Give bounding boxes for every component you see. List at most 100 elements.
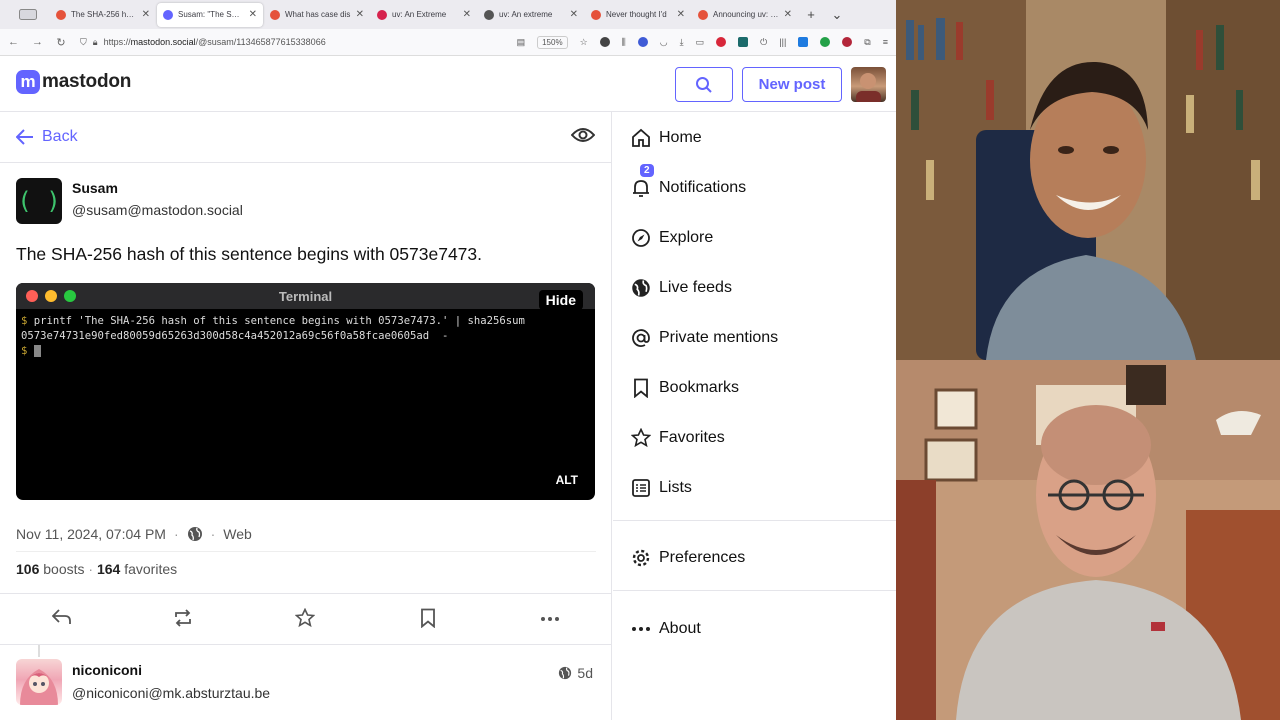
bookmark-star-icon[interactable]: ☆ bbox=[580, 37, 588, 48]
author-name[interactable]: Susam bbox=[72, 180, 243, 196]
favorite-star-icon[interactable] bbox=[295, 608, 315, 628]
power-icon[interactable]: ⏻ bbox=[760, 37, 767, 48]
nav-notifications-label: Notifications bbox=[659, 179, 747, 196]
nav-private-mentions[interactable]: Private mentions bbox=[631, 328, 778, 348]
zoom-level[interactable]: 150% bbox=[537, 35, 568, 49]
boosts-count[interactable]: 106 bbox=[16, 561, 39, 577]
search-button[interactable] bbox=[675, 67, 733, 102]
back-arrow-icon[interactable]: ← bbox=[8, 36, 19, 48]
browser-tab[interactable]: uv: An Extreme ✕ bbox=[371, 3, 477, 27]
tab-close-icon[interactable]: ✕ bbox=[356, 9, 364, 20]
post-actions bbox=[0, 593, 611, 645]
bookmark-icon[interactable] bbox=[419, 608, 437, 628]
globe-icon bbox=[187, 527, 202, 541]
extension-icon[interactable] bbox=[798, 37, 809, 47]
barcode-icon[interactable]: ||| bbox=[779, 37, 786, 47]
new-post-button[interactable]: New post bbox=[742, 67, 842, 102]
boosts-label[interactable]: boosts bbox=[43, 561, 84, 577]
tab-close-icon[interactable]: ✕ bbox=[463, 9, 471, 20]
extension-icon[interactable] bbox=[637, 37, 648, 47]
terminal-hash-output: 0573e74731e90fed80059d65263d300d58c4a452… bbox=[21, 330, 449, 342]
extension-icon[interactable] bbox=[716, 37, 727, 47]
reply-avatar[interactable] bbox=[16, 659, 62, 705]
downloads-icon[interactable]: ⤓ bbox=[680, 37, 684, 48]
tab-title: The SHA-256 hash bbox=[71, 10, 137, 19]
favorites-count[interactable]: 164 bbox=[97, 561, 120, 577]
tab-close-icon[interactable]: ✕ bbox=[142, 9, 150, 20]
nav-about-label: About bbox=[659, 620, 701, 637]
reload-icon[interactable]: ↻ bbox=[56, 36, 66, 49]
nav-preferences[interactable]: Preferences bbox=[631, 548, 745, 568]
extensions-puzzle-icon[interactable]: ⧉ bbox=[864, 37, 870, 48]
url-host: mastodon.social bbox=[130, 37, 196, 47]
reply-timestamp[interactable]: 5d bbox=[558, 665, 593, 681]
more-options-icon[interactable] bbox=[540, 616, 560, 622]
nav-preferences-label: Preferences bbox=[659, 549, 746, 566]
home-icon bbox=[632, 128, 650, 147]
extension-icon[interactable] bbox=[820, 37, 831, 47]
new-tab-icon[interactable]: + bbox=[798, 7, 824, 22]
user-avatar[interactable] bbox=[851, 67, 886, 102]
url-path: /@susam/113465877615338066 bbox=[195, 37, 326, 47]
nav-favorites[interactable]: Favorites bbox=[631, 428, 725, 448]
favorites-label[interactable]: favorites bbox=[124, 561, 177, 577]
browser-tab[interactable]: Never thought I'd ✕ bbox=[585, 3, 691, 27]
terminal-title: Terminal bbox=[278, 289, 333, 304]
hide-media-button[interactable]: Hide bbox=[538, 290, 583, 310]
back-button[interactable]: Back bbox=[16, 128, 78, 146]
extension-icon[interactable] bbox=[599, 37, 610, 47]
toolbar-icons: ▤ 150% ☆ ⫼ ◡ ⤓ ▭ ⏻ ||| ⧉ ≡ bbox=[517, 35, 888, 49]
post-date[interactable]: Nov 11, 2024, 07:04 PM bbox=[16, 526, 166, 542]
menu-icon[interactable]: ≡ bbox=[883, 37, 888, 47]
library-icon[interactable]: ⫼ bbox=[622, 37, 626, 48]
shield-icon: ⛉ bbox=[80, 36, 87, 47]
post-author[interactable]: ( ) Susam @susam@mastodon.social bbox=[16, 178, 243, 224]
nav-explore[interactable]: Explore bbox=[631, 228, 713, 248]
browser-tab[interactable]: Susam: "The SHA- ✕ bbox=[157, 2, 263, 27]
reply-post[interactable]: niconiconi @niconiconi@mk.absturztau.be … bbox=[0, 645, 611, 720]
reply-author-name[interactable]: niconiconi bbox=[72, 662, 142, 678]
alt-text-badge[interactable]: ALT bbox=[548, 470, 585, 490]
eye-icon[interactable] bbox=[570, 127, 596, 148]
nav-private-mentions-label: Private mentions bbox=[659, 329, 779, 346]
reader-view-icon[interactable]: ▤ bbox=[517, 37, 526, 48]
url-bar[interactable]: ⛉ 🔒︎ https://mastodon.social/@susam/1134… bbox=[80, 37, 440, 48]
mastodon-logo[interactable]: m mastodon bbox=[16, 70, 131, 94]
reply-icon[interactable] bbox=[52, 608, 72, 626]
terminal-image[interactable]: Terminal Hide $ printf 'The SHA-256 hash… bbox=[16, 283, 595, 500]
terminal-titlebar: Terminal Hide bbox=[16, 283, 595, 310]
author-avatar[interactable]: ( ) bbox=[16, 178, 62, 224]
tab-favicon-icon bbox=[377, 9, 387, 20]
bookmark-icon bbox=[634, 378, 648, 398]
extension-icon[interactable] bbox=[738, 37, 749, 47]
browser-tab[interactable]: Announcing uv: Py ✕ bbox=[692, 3, 798, 27]
author-handle[interactable]: @susam@mastodon.social bbox=[72, 202, 243, 218]
tab-close-icon[interactable]: ✕ bbox=[570, 9, 578, 20]
nav-lists[interactable]: Lists bbox=[631, 478, 692, 498]
mastodon-logo-icon: m bbox=[16, 70, 40, 94]
boost-icon[interactable] bbox=[173, 608, 193, 628]
nav-notifications[interactable]: Notifications bbox=[631, 178, 746, 198]
pocket-icon[interactable]: ◡ bbox=[660, 37, 668, 48]
forward-arrow-icon[interactable]: → bbox=[32, 36, 43, 48]
browser-tab[interactable]: What has case dis ✕ bbox=[264, 3, 370, 27]
extension-icon[interactable] bbox=[842, 37, 853, 47]
tab-favicon-icon bbox=[591, 9, 601, 20]
nav-bookmarks[interactable]: Bookmarks bbox=[631, 378, 739, 398]
tab-list-chevron-icon[interactable]: ⌄ bbox=[824, 7, 850, 23]
nav-about[interactable]: About bbox=[631, 619, 701, 639]
tab-favicon-icon bbox=[56, 9, 66, 20]
browser-tab[interactable]: uv: An extreme ✕ bbox=[478, 3, 584, 27]
nav-live-feeds[interactable]: Live feeds bbox=[631, 278, 732, 298]
nav-home[interactable]: Home bbox=[631, 128, 702, 148]
tab-close-icon[interactable]: ✕ bbox=[784, 9, 792, 20]
tab-title: Susam: "The SHA- bbox=[178, 10, 244, 19]
gear-icon bbox=[632, 549, 650, 567]
navigation-panel: Home Notifications Explore Live feeds Pr… bbox=[613, 112, 896, 720]
reply-author-handle[interactable]: @niconiconi@mk.absturztau.be bbox=[72, 685, 270, 701]
sidebar-icon[interactable]: ▭ bbox=[696, 37, 705, 48]
tab-close-icon[interactable]: ✕ bbox=[249, 9, 257, 20]
tab-close-icon[interactable]: ✕ bbox=[677, 9, 685, 20]
browser-tab[interactable]: The SHA-256 hash ✕ bbox=[50, 3, 156, 27]
sidebar-toggle-icon[interactable] bbox=[6, 6, 50, 24]
